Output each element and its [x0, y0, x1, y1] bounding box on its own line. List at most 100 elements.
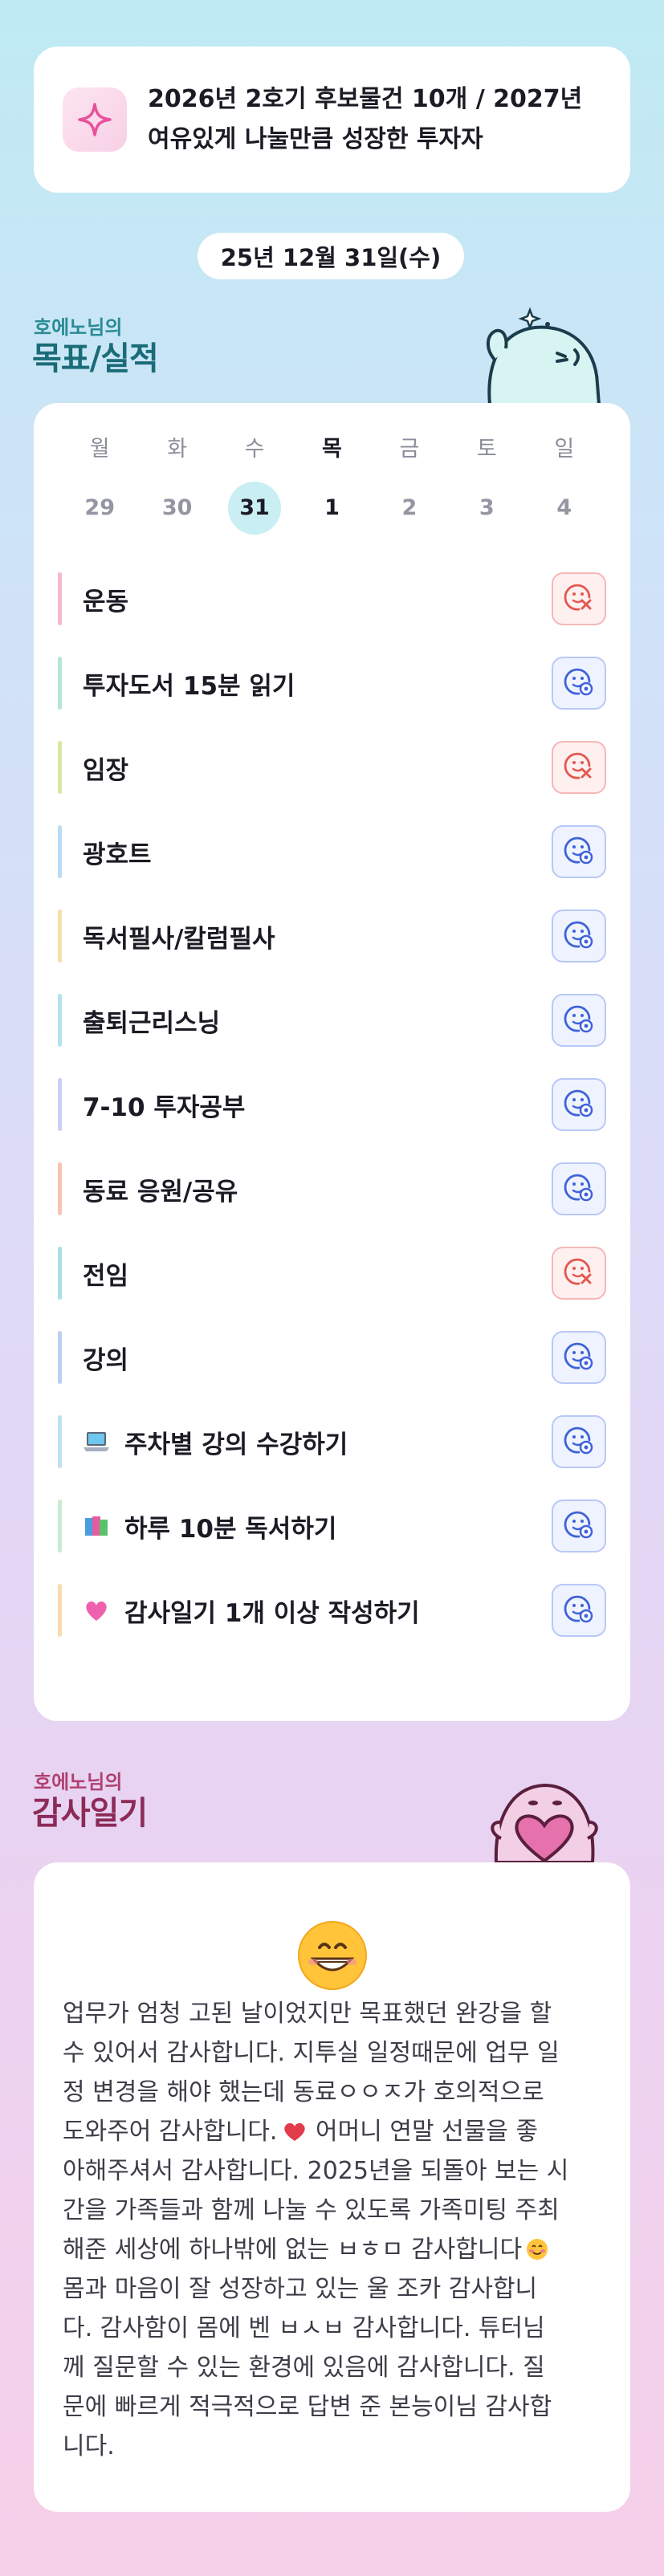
books-icon [83, 1512, 110, 1540]
diary-line: 정 변경을 해야 했는데 동료ㅇㅇㅈ가 호의적으로 [63, 2078, 544, 2106]
week-strip: 월 29 화 30 수 31 목 1 금 2 토 3 일 4 [34, 432, 630, 535]
diary-line: 업무가 엄청 고된 날이었지만 목표했던 완강을 할 [63, 2000, 552, 2028]
diary-line: 아해주셔서 감사합니다. 2025년을 되돌아 보는 시 [63, 2157, 569, 2185]
goal-color-bar [58, 1162, 62, 1215]
goal-label-text: 출퇴근리스닝 [83, 1008, 221, 1038]
week-day-name: 금 [399, 437, 420, 462]
week-day[interactable]: 월 29 [61, 432, 138, 535]
week-day-number[interactable]: 4 [538, 482, 591, 535]
week-day[interactable]: 화 30 [138, 432, 215, 535]
goal-label: 광호트 [83, 834, 552, 870]
status-fail-button[interactable] [552, 572, 606, 625]
week-day-number[interactable]: 3 [460, 482, 513, 535]
week-day-name: 수 [244, 437, 265, 462]
goal-row[interactable]: 강의 [58, 1329, 606, 1386]
goal-row[interactable]: 광호트 [58, 823, 606, 881]
week-day-name: 토 [476, 437, 497, 462]
goal-row[interactable]: 7-10 투자공부 [58, 1076, 606, 1133]
goal-banner: 2026년 2호기 후보물건 10개 / 2027년 여유있게 나눌만큼 성장한… [34, 47, 630, 193]
goal-color-bar [58, 741, 62, 794]
smile-x-icon [563, 581, 595, 617]
goal-label-text: 주차별 강의 수강하기 [124, 1430, 348, 1459]
goal-label: 동료 응원/공유 [83, 1171, 552, 1207]
status-done-button[interactable] [552, 1415, 606, 1468]
week-day-number[interactable]: 29 [73, 482, 126, 535]
goal-row[interactable]: 동료 응원/공유 [58, 1160, 606, 1218]
status-done-button[interactable] [552, 1584, 606, 1637]
diary-line: 께 질문할 수 있는 환경에 있음에 감사합니다. 질 [63, 2354, 545, 2382]
diary-line: 다. 감사함이 몸에 벤 ㅂㅅㅂ 감사합니다. 튜터님 [63, 2314, 545, 2342]
goal-label: 7-10 투자공부 [83, 1087, 552, 1123]
week-day-number[interactable]: 31 [228, 482, 282, 535]
goal-row[interactable]: 독서필사/칼럼필사 [58, 907, 606, 965]
goal-label: 운동 [83, 581, 552, 617]
goal-label-text: 하루 10분 독서하기 [124, 1514, 337, 1544]
week-day-number[interactable]: 2 [383, 482, 436, 535]
status-done-button[interactable] [552, 910, 606, 962]
goal-label: 하루 10분 독서하기 [83, 1508, 552, 1544]
goal-row[interactable]: 주차별 강의 수강하기 [58, 1413, 606, 1471]
goal-label-text: 광호트 [83, 840, 152, 869]
goal-label: 독서필사/칼럼필사 [83, 918, 552, 954]
week-day[interactable]: 토3 [448, 432, 525, 535]
status-done-button[interactable] [552, 825, 606, 878]
diary-line: 니다. [63, 2432, 115, 2460]
week-day-number[interactable]: 1 [305, 482, 358, 535]
goal-row[interactable]: 임장 [58, 739, 606, 796]
goal-label-text: 강의 [83, 1345, 129, 1375]
goal-row[interactable]: 하루 10분 독서하기 [58, 1497, 606, 1555]
goal-row[interactable]: 투자도서 15분 읽기 [58, 654, 606, 712]
status-done-button[interactable] [552, 657, 606, 710]
goal-label-text: 투자도서 15분 읽기 [83, 671, 295, 701]
status-done-button[interactable] [552, 1500, 606, 1553]
smile-check-icon [563, 1087, 595, 1122]
status-fail-button[interactable] [552, 1247, 606, 1300]
week-day-number[interactable]: 30 [151, 482, 204, 535]
goal-color-bar [58, 1331, 62, 1384]
goal-label-text: 임장 [83, 755, 129, 785]
week-day[interactable]: 수 31 [216, 432, 293, 535]
smile-check-icon [563, 665, 595, 701]
diary-line: 어머니 연말 선물을 좋 [308, 2118, 539, 2146]
status-fail-button[interactable] [552, 741, 606, 794]
goal-row[interactable]: 운동 [58, 570, 606, 628]
date-pill[interactable]: 25년 12월 31일(수) [198, 233, 464, 279]
goal-label: 임장 [83, 750, 552, 786]
status-done-button[interactable] [552, 1078, 606, 1131]
goal-row[interactable]: 감사일기 1개 이상 작성하기 [58, 1581, 606, 1639]
smile-check-icon [563, 1171, 595, 1207]
goal-label: 강의 [83, 1340, 552, 1376]
goal-color-bar [58, 1247, 62, 1300]
goal-color-bar [58, 994, 62, 1047]
week-day-name: 화 [167, 437, 188, 462]
diary-line: 수 있어서 감사합니다. 지투실 일정때문에 업무 일 [63, 2039, 560, 2067]
goal-label: 투자도서 15분 읽기 [83, 665, 552, 702]
goal-row[interactable]: 출퇴근리스닝 [58, 991, 606, 1049]
goal-label: 출퇴근리스닝 [83, 1003, 552, 1039]
smile-check-icon [563, 1508, 595, 1544]
goal-label-text: 독서필사/칼럼필사 [83, 924, 275, 954]
goal-color-bar [58, 910, 62, 962]
goal-color-bar [58, 1078, 62, 1131]
week-day[interactable]: 목1 [293, 432, 370, 535]
status-done-button[interactable] [552, 1162, 606, 1215]
diary-line: 문에 빠르게 적극적으로 답변 준 본능이님 감사합 [63, 2393, 552, 2421]
pink-heart-icon [83, 1597, 110, 1624]
goal-row[interactable]: 전임 [58, 1244, 606, 1302]
week-day-name: 일 [554, 437, 575, 462]
week-day[interactable]: 일4 [526, 432, 603, 535]
smile-x-icon [563, 1255, 595, 1291]
diary-card: 업무가 엄청 고된 날이었지만 목표했던 완강을 할 수 있어서 감사합니다. … [34, 1862, 630, 2512]
week-day-name: 월 [89, 437, 110, 462]
smile-check-icon [563, 1003, 595, 1038]
goals-card: 월 29 화 30 수 31 목 1 금 2 토 3 일 4 운동 투자도서 15분 읽기 임장 광호트 독서필사… [34, 403, 630, 1721]
week-day[interactable]: 금2 [371, 432, 448, 535]
status-done-button[interactable] [552, 1331, 606, 1384]
status-done-button[interactable] [552, 994, 606, 1047]
smile-check-icon [563, 1593, 595, 1628]
smile-check-icon [563, 834, 595, 869]
diary-line: 도와주어 감사합니다. [63, 2118, 278, 2146]
smile-check-icon [563, 918, 595, 954]
smile-check-icon [563, 1424, 595, 1459]
week-day-name: 목 [322, 437, 342, 462]
